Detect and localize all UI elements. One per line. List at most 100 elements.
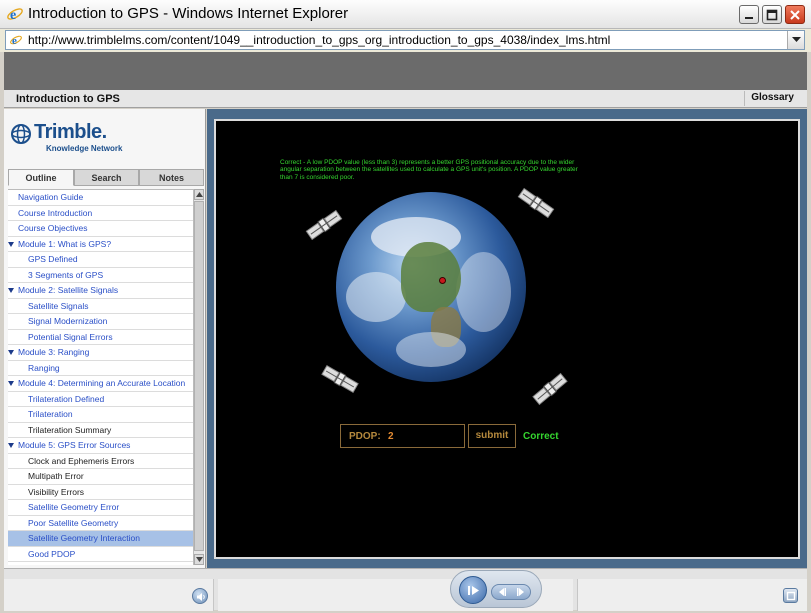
- next-icon: [517, 588, 524, 596]
- outline-item-label: Module 4: Determining an Accurate Locati…: [18, 378, 186, 388]
- pdop-value: 2: [388, 431, 394, 442]
- step-controls: [491, 584, 531, 600]
- outline-item[interactable]: Potential Signal Errors: [8, 330, 193, 345]
- outline-item-label: Course Objectives: [18, 223, 88, 233]
- player-bar: [4, 568, 807, 611]
- feedback-text: Correct - A low PDOP value (less than 3)…: [280, 159, 578, 181]
- outline-item-label: Module 5: GPS Error Sources: [18, 440, 131, 450]
- outline-item-label: Ranging: [28, 362, 60, 373]
- speaker-icon: [197, 593, 205, 601]
- arrow-up-icon: [196, 192, 203, 197]
- chevron-down-icon: [792, 37, 801, 42]
- pdop-input[interactable]: PDOP: 2: [340, 424, 465, 448]
- logo-subtitle: Knowledge Network: [46, 144, 123, 153]
- expand-triangle-icon[interactable]: [8, 443, 14, 448]
- previous-button[interactable]: [493, 586, 511, 599]
- panel-tabs: Outline Search Notes: [8, 169, 204, 186]
- arrow-down-icon: [196, 557, 203, 562]
- outline-module[interactable]: Module 1: What is GPS?: [8, 237, 193, 252]
- tab-notes[interactable]: Notes: [139, 169, 204, 186]
- expand-triangle-icon[interactable]: [8, 288, 14, 293]
- ie-icon: e: [7, 8, 23, 23]
- outline-item[interactable]: Trilateration: [8, 407, 193, 423]
- outline-item[interactable]: Poor Satellite Geometry: [8, 516, 193, 531]
- scroll-up-button[interactable]: [194, 189, 204, 200]
- play-icon: [468, 586, 479, 595]
- tab-outline[interactable]: Outline: [8, 169, 74, 186]
- url-field[interactable]: e http://www.trimblelms.com/content/1049…: [5, 30, 805, 50]
- outline-item[interactable]: Signal Modernization: [8, 314, 193, 330]
- close-icon: [790, 10, 800, 20]
- course-header: Introduction to GPS Glossary: [4, 90, 807, 108]
- outline-item[interactable]: Satellite Signals: [8, 299, 193, 314]
- outline-item[interactable]: Trilateration Defined: [8, 392, 193, 407]
- satellite-icon[interactable]: [516, 183, 556, 223]
- outline-item-label: 3 Segments of GPS: [28, 269, 104, 280]
- expand-triangle-icon[interactable]: [8, 381, 14, 386]
- satellite-icon[interactable]: [304, 205, 344, 245]
- submit-button[interactable]: submit: [468, 424, 516, 448]
- outline-item-label: Potential Signal Errors: [28, 331, 113, 342]
- outline-item[interactable]: GPS Defined: [8, 252, 193, 268]
- outline-item-label: Signal Modernization: [28, 316, 108, 326]
- fullscreen-icon: [786, 591, 796, 601]
- outline-module[interactable]: Module 3: Ranging: [8, 345, 193, 361]
- outline-module[interactable]: Module 2: Satellite Signals: [8, 283, 193, 299]
- outline-item[interactable]: Satellite Geometry Interaction: [8, 531, 193, 547]
- satellite-icon[interactable]: [320, 359, 360, 399]
- player-bar-right: [577, 579, 807, 611]
- outline-module[interactable]: Module 5: GPS Error Sources: [8, 438, 193, 454]
- outline-item[interactable]: Multipath Error: [8, 469, 193, 485]
- close-button[interactable]: [785, 5, 805, 24]
- gps-activity: Correct - A low PDOP value (less than 3)…: [214, 119, 800, 559]
- svg-text:e: e: [12, 35, 17, 47]
- play-button[interactable]: [459, 576, 487, 604]
- satellite-icon[interactable]: [530, 369, 570, 409]
- outline-item[interactable]: Ranging: [8, 361, 193, 376]
- outline-item-label: Trilateration: [28, 409, 73, 419]
- outline-item-label: Satellite Geometry Error: [28, 502, 120, 512]
- glossary-link[interactable]: Glossary: [744, 91, 807, 106]
- outline-item-label: Satellite Geometry Interaction: [28, 533, 140, 543]
- outline-item-label: Module 3: Ranging: [18, 347, 90, 357]
- maximize-button[interactable]: [762, 5, 782, 24]
- audio-button[interactable]: [192, 588, 208, 604]
- outline-item[interactable]: 3 Segments of GPS: [8, 268, 193, 283]
- next-button[interactable]: [512, 586, 530, 599]
- page-icon: e: [10, 35, 22, 47]
- outline-scrollbar[interactable]: [193, 189, 204, 565]
- scroll-down-button[interactable]: [194, 554, 204, 565]
- minimize-button[interactable]: [739, 5, 759, 24]
- scroll-thumb[interactable]: [194, 201, 204, 551]
- header-band: [4, 52, 807, 90]
- receiver-marker: [439, 277, 446, 284]
- expand-triangle-icon[interactable]: [8, 350, 14, 355]
- player-bar-left: [4, 579, 214, 611]
- outline-item[interactable]: Navigation Guide: [8, 190, 193, 206]
- left-panel: Trimble. Knowledge Network Outline Searc…: [4, 109, 206, 568]
- outline-item[interactable]: Visibility Errors: [8, 485, 193, 500]
- fullscreen-button[interactable]: [783, 588, 798, 603]
- address-dropdown-button[interactable]: [787, 31, 804, 49]
- window-title-bar: e Introduction to GPS - Windows Internet…: [0, 0, 811, 29]
- expand-triangle-icon[interactable]: [8, 241, 14, 247]
- outline-item[interactable]: Course Objectives: [8, 221, 193, 237]
- outline-item-label: Clock and Ephemeris Errors: [28, 455, 135, 466]
- outline-item[interactable]: Satellite Geometry Error: [8, 500, 193, 516]
- outline-module[interactable]: Module 4: Determining an Accurate Locati…: [8, 376, 193, 392]
- logo-brand: Trimble.: [34, 121, 107, 143]
- address-bar: e http://www.trimblelms.com/content/1049…: [0, 29, 811, 52]
- outline-item[interactable]: Good PDOP: [8, 547, 193, 562]
- outline-item-label: Course Introduction: [18, 207, 93, 218]
- outline-item[interactable]: Course Introduction: [8, 206, 193, 221]
- url-text: http://www.trimblelms.com/content/1049__…: [28, 33, 611, 47]
- trimble-globe-icon: [11, 124, 31, 144]
- outline-item[interactable]: Trilateration Summary: [8, 423, 193, 438]
- outline-item[interactable]: Clock and Ephemeris Errors: [8, 454, 193, 469]
- outline-item-label: Module 1: What is GPS?: [18, 238, 112, 249]
- outline-list: Navigation Guide Course Introduction Cours…: [8, 189, 193, 565]
- tab-search[interactable]: Search: [74, 169, 139, 186]
- outline-item-label: Multipath Error: [28, 471, 84, 481]
- previous-icon: [499, 588, 506, 596]
- outline-item-label: Module 2: Satellite Signals: [18, 285, 119, 295]
